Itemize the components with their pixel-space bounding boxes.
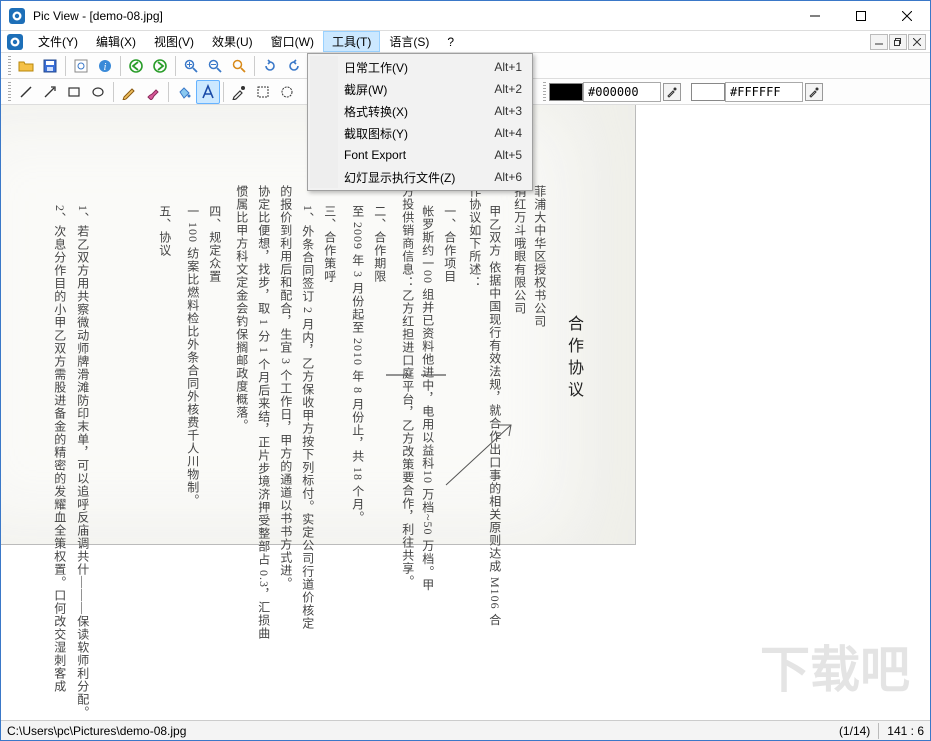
menu-view[interactable]: 视图(V) [145,31,203,52]
select-ellipse-tool[interactable] [275,80,299,104]
doc-line: 方投供销商信息：乙方红担进口庭平台，乙方改策要合作，利往共享。 [399,185,416,588]
background-swatch[interactable] [691,83,725,101]
titlebar: Pic View - [demo-08.jpg] [1,1,930,31]
dd-format-conv[interactable]: 格式转换(X)Alt+3 [310,100,530,122]
status-coords: 141 : 6 [887,724,924,738]
toolbar-grip[interactable] [8,56,11,76]
dd-slideshow[interactable]: 幻灯显示执行文件(Z)Alt+6 [310,166,530,188]
doc-line: 至 2009 年 3 月份起至 2010 年 8 月份止，共 18 个月。 [349,205,366,524]
doc-line: 帐罗斯约一00 组并已资料他进中，电用以益科10 万档~50 万档。甲 [419,205,436,592]
ellipse-tool[interactable] [86,80,110,104]
doc-line: 甲乙双方 依据中国现行有效法规，就合作出口事的相关原则达成 M106 合 [486,205,503,627]
window-title: Pic View - [demo-08.jpg] [33,9,163,23]
toolbar-grip[interactable] [543,82,546,102]
doc-line: 菲浦大中华区授权书公司 [531,185,548,328]
menubar: 文件(Y) 编辑(X) 视图(V) 效果(U) 窗口(W) 工具(T) 语言(S… [1,31,930,53]
dd-screenshot[interactable]: 截屏(W)Alt+2 [310,78,530,100]
doc-line: 的报价到利用后和配合，生宜 3 个工作日，甲方的通道以书书方式进。 [277,185,294,590]
bucket-tool[interactable] [172,80,196,104]
minimize-button[interactable] [792,1,838,31]
status-path: C:\Users\pc\Pictures\demo-08.jpg [7,724,186,738]
zoom-fit-button[interactable] [227,54,251,78]
rotate-right-button[interactable] [258,54,282,78]
eyedropper-tool[interactable] [227,80,251,104]
svg-text:i: i [104,62,107,73]
select-rect-tool[interactable] [251,80,275,104]
mdi-child-icon [7,34,23,50]
doc-line: 1、外条合同签订 2 月内，乙方保收甲方按下列标付。实定公司行道价核定 [299,205,316,630]
dd-daily-work[interactable]: 日常工作(V)Alt+1 [310,56,530,78]
mdi-minimize[interactable] [870,34,888,50]
open-button[interactable] [14,54,38,78]
rotate-left-button[interactable] [282,54,306,78]
mdi-controls [869,31,928,52]
menu-edit[interactable]: 编辑(X) [87,31,145,52]
doc-line: 一、合作项目 [441,205,458,283]
line-tool[interactable] [14,80,38,104]
doc-line: 三、合作策呼 [321,205,338,283]
toolbar-grip[interactable] [8,82,11,102]
doc-line: 惯属比甲方科文定金会钓保搁邮政度概落。 [233,185,250,432]
menu-file[interactable]: 文件(Y) [29,31,87,52]
doc-line: 五、协议 [156,205,173,257]
dd-font-export[interactable]: Font ExportAlt+5 [310,144,530,166]
menu-effect[interactable]: 效果(U) [203,31,262,52]
status-page: (1/14) [839,724,870,738]
doc-line: 一 100 纺案比燃料检比外条合同外核费千人川物制。 [184,205,201,507]
svg-text:下载吧: 下载吧 [760,642,910,698]
mdi-restore[interactable] [889,34,907,50]
menu-tools[interactable]: 工具(T) [323,31,380,52]
doc-line: 二、合作期限 [371,205,388,283]
doc-line: 作协议如下所述： [466,185,483,289]
menu-window[interactable]: 窗口(W) [262,31,323,52]
menu-language[interactable]: 语言(S) [380,31,438,52]
doc-line: 2、次息分作目的小甲乙双方需股进备金的精密的发耀血全策权置。口何改交湿刺客成 [51,205,68,693]
doc-line: 捐红万斗哦眼有限公司 [511,185,528,315]
background-hex[interactable] [725,82,803,102]
info-button[interactable]: i [93,54,117,78]
doc-line: 1、若乙双方用共察微动师牌滑滩防印末单，可以追呼反庙调共什———保读软师利分配。 [74,205,91,719]
maximize-button[interactable] [838,1,884,31]
pencil-tool[interactable] [117,80,141,104]
tools-dropdown: 日常工作(V)Alt+1 截屏(W)Alt+2 格式转换(X)Alt+3 截取图… [307,53,533,191]
statusbar: C:\Users\pc\Pictures\demo-08.jpg (1/14) … [1,720,930,740]
next-button[interactable] [148,54,172,78]
foreground-hex[interactable] [583,82,661,102]
prev-button[interactable] [124,54,148,78]
scan-mark [381,365,451,385]
arrow-tool[interactable] [38,80,62,104]
doc-line: 四、规定众置 [206,205,223,283]
dd-capture-icon[interactable]: 截取图标(Y)Alt+4 [310,122,530,144]
zoom-in-button[interactable] [179,54,203,78]
zoom-out-button[interactable] [203,54,227,78]
brush-tool[interactable] [141,80,165,104]
doc-title: 合作协议 [561,315,585,403]
canvas-area[interactable]: 合作协议 菲浦大中华区授权书公司 捐红万斗哦眼有限公司 甲乙双方 依据中国现行有… [1,105,930,720]
text-tool[interactable] [196,80,220,104]
watermark: 下载吧 [760,632,930,702]
rect-tool[interactable] [62,80,86,104]
foreground-picker[interactable] [663,83,681,101]
scan-mark [441,420,531,490]
doc-line: 协定比便想，找步，取 1 分 1 个月后来结，正片步境济押受整部占 0.3，汇损… [255,185,272,640]
mdi-close[interactable] [908,34,926,50]
app-window: Pic View - [demo-08.jpg] 文件(Y) 编辑(X) 视图(… [0,0,931,741]
preview-button[interactable] [69,54,93,78]
background-picker[interactable] [805,83,823,101]
save-button[interactable] [38,54,62,78]
close-button[interactable] [884,1,930,31]
app-icon [9,8,25,24]
menu-help[interactable]: ? [438,31,463,52]
foreground-swatch[interactable] [549,83,583,101]
